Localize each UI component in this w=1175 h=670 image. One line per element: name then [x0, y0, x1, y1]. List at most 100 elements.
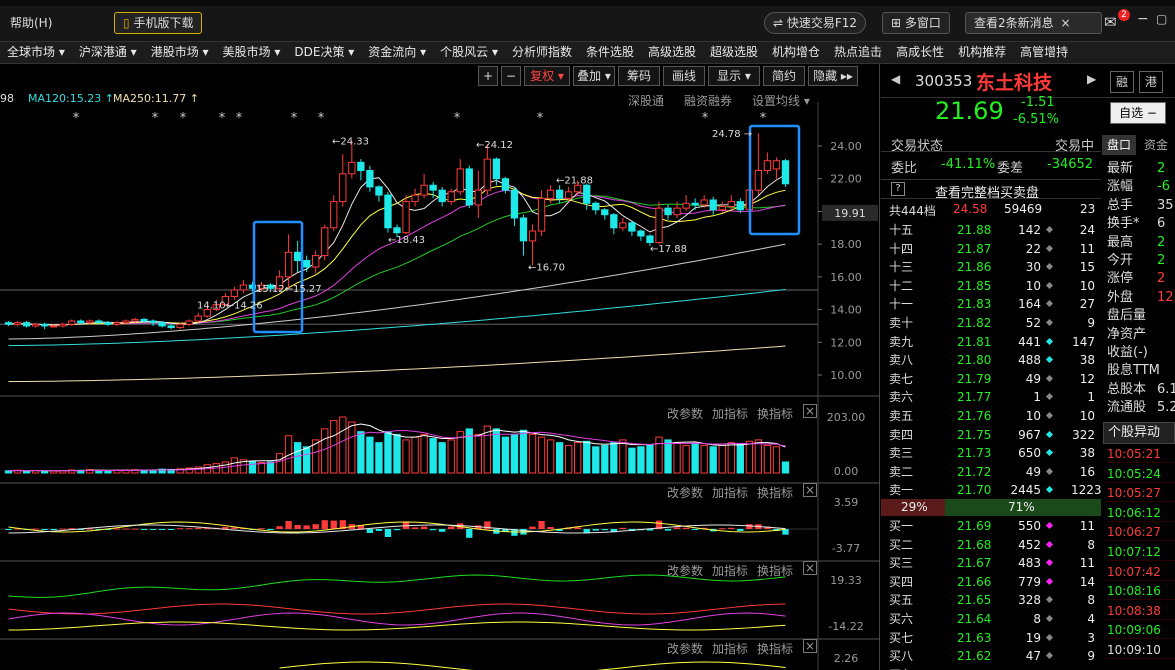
ma-settings-link[interactable]: 设置均线 ▾ — [752, 92, 810, 109]
zoom-in-button[interactable]: + — [478, 66, 498, 86]
nav-item-0[interactable]: 全球市场 ▾ — [0, 42, 72, 63]
buy-row[interactable]: 买四 21.66 779 14 — [881, 574, 1101, 590]
sell-row[interactable]: 十四 21.87 22 11 — [881, 241, 1101, 257]
nav-item-1[interactable]: 沪深港通 ▾ — [72, 42, 144, 63]
nav-item-10[interactable]: 超级选股 — [703, 42, 765, 63]
macd-close-button[interactable]: × — [803, 483, 817, 497]
quick-trade-button[interactable]: ⇌ 快速交易F12 — [764, 12, 867, 34]
rong-badge[interactable]: 融 — [1110, 71, 1134, 93]
ind4-close-button[interactable]: × — [803, 639, 817, 653]
nav-item-8[interactable]: 条件选股 — [579, 42, 641, 63]
minimize-icon[interactable]: − — [1137, 11, 1149, 27]
abnormal-time[interactable]: 10:06:27 — [1107, 523, 1175, 542]
sell-row[interactable]: 卖十 21.82 52 9 — [881, 315, 1101, 331]
nav-item-3[interactable]: 美股市场 ▾ — [216, 42, 288, 63]
kline-chart[interactable]: 24.0022.0020.0018.0016.0014.0012.0010.00… — [0, 64, 880, 670]
vol-close-button[interactable]: × — [803, 404, 817, 418]
buy-row[interactable]: 买一 21.69 550 11 — [881, 518, 1101, 534]
mail-icon[interactable]: ✉ — [1104, 13, 1117, 31]
level-label: 十五 — [889, 223, 914, 237]
sell-row[interactable]: 十二 21.85 10 10 — [881, 278, 1101, 294]
jianyue-button[interactable]: 简约 — [763, 66, 805, 86]
side-info-row: 最高 2 — [1107, 234, 1175, 252]
buy-row[interactable]: 买六 21.64 8 4 — [881, 611, 1101, 627]
buy-row[interactable]: 买三 21.67 483 11 — [881, 555, 1101, 571]
sell-row[interactable]: 卖三 21.73 650 38 — [881, 445, 1101, 461]
news-button[interactable]: 查看2条新消息 × — [965, 12, 1102, 34]
xianshi-button[interactable]: 显示 ▾ — [708, 66, 760, 86]
tab-pankou[interactable]: 盘口 — [1102, 135, 1136, 155]
vol-param-link[interactable]: 改参数 — [667, 405, 703, 422]
macd-add-indicator-link[interactable]: 加指标 — [712, 484, 748, 501]
sell-row[interactable]: 十三 21.86 30 15 — [881, 259, 1101, 275]
full-orderbook-button[interactable]: ? 查看完整档买卖盘 — [881, 179, 1101, 201]
nav-item-5[interactable]: 资金流向 ▾ — [361, 42, 433, 63]
abnormal-title[interactable]: 个股异动 — [1103, 422, 1175, 444]
ind4-add-indicator-link[interactable]: 加指标 — [712, 640, 748, 657]
abnormal-time[interactable]: 10:05:24 — [1107, 465, 1175, 483]
buy-row[interactable]: 买五 21.65 328 8 — [881, 592, 1101, 608]
sell-row[interactable]: 十一 21.83 164 27 — [881, 296, 1101, 312]
abnormal-time[interactable]: 10:07:12 — [1107, 543, 1175, 561]
ind4-switch-indicator-link[interactable]: 换指标 — [757, 640, 793, 657]
huaxian-button[interactable]: 画线 — [663, 66, 705, 86]
tab-zijin[interactable]: 资金 — [1138, 135, 1174, 155]
candle-body — [682, 202, 690, 209]
sell-row[interactable]: 卖八 21.80 488 38 — [881, 352, 1101, 368]
sell-row[interactable]: 卖九 21.81 441 147 — [881, 334, 1101, 350]
nav-item-11[interactable]: 机构增仓 — [765, 42, 827, 63]
help-menu[interactable]: 帮助(H) — [10, 14, 52, 31]
nav-item-7[interactable]: 分析师指数 — [505, 42, 579, 63]
yincang-button[interactable]: 隐藏 ▸▸ — [808, 66, 858, 86]
macd-switch-indicator-link[interactable]: 换指标 — [757, 484, 793, 501]
multi-window-button[interactable]: ⊞ 多窗口 — [882, 12, 950, 34]
abnormal-time[interactable]: 10:05:27 — [1107, 484, 1175, 503]
vol-add-indicator-link[interactable]: 加指标 — [712, 405, 748, 422]
abnormal-time[interactable]: 10:05:21 — [1107, 445, 1175, 463]
diejia-button[interactable]: 叠加 ▾ — [573, 66, 615, 86]
prev-stock-icon[interactable]: ◀ — [891, 72, 900, 86]
sell-row[interactable]: 卖一 21.70 2445 1223 — [881, 482, 1102, 498]
chouma-button[interactable]: 筹码 — [618, 66, 660, 86]
sell-row[interactable]: 卖二 21.72 49 16 — [881, 464, 1101, 480]
sell-row[interactable]: 卖六 21.77 1 1 — [881, 389, 1101, 405]
nav-item-2[interactable]: 港股市场 ▾ — [144, 42, 216, 63]
sell-row[interactable]: 卖四 21.75 967 322 — [881, 427, 1101, 443]
abnormal-time[interactable]: 10:09:10 — [1107, 641, 1175, 659]
zoom-out-button[interactable]: − — [501, 66, 521, 86]
watchlist-button[interactable]: 自选 − — [1110, 102, 1166, 124]
ind4-param-link[interactable]: 改参数 — [667, 640, 703, 657]
rongzi-link[interactable]: 融资融券 — [684, 92, 732, 109]
next-stock-icon[interactable]: ▶ — [1087, 72, 1096, 86]
ind3-close-button[interactable]: × — [803, 561, 817, 575]
ind3-switch-indicator-link[interactable]: 换指标 — [757, 562, 793, 579]
nav-item-12[interactable]: 热点追击 — [827, 42, 889, 63]
nav-item-4[interactable]: DDE决策 ▾ — [287, 42, 361, 63]
sell-row[interactable]: 卖七 21.79 49 12 — [881, 371, 1101, 387]
buy-row[interactable]: 买八 21.62 47 9 — [881, 648, 1101, 664]
mobile-download-button[interactable]: ▯ 手机版下载 — [114, 12, 203, 34]
nav-item-9[interactable]: 高级选股 — [641, 42, 703, 63]
macd-param-link[interactable]: 改参数 — [667, 484, 703, 501]
gang-badge[interactable]: 港 — [1139, 71, 1163, 93]
maximize-icon[interactable]: ▢ — [1156, 12, 1167, 26]
ind3-add-indicator-link[interactable]: 加指标 — [712, 562, 748, 579]
nav-item-15[interactable]: 高管增持 — [1013, 42, 1075, 63]
abnormal-time[interactable]: 10:06:12 — [1107, 504, 1175, 522]
buy-row[interactable]: 买二 21.68 452 8 — [881, 537, 1101, 553]
sell-row[interactable]: 卖五 21.76 10 10 — [881, 408, 1101, 424]
buy-row[interactable]: 买七 21.63 19 3 — [881, 630, 1101, 646]
abnormal-time[interactable]: 10:09:06 — [1107, 621, 1175, 640]
shengutong-link[interactable]: 深股通 — [628, 92, 664, 109]
ind3-param-link[interactable]: 改参数 — [667, 562, 703, 579]
fuquan-button[interactable]: 复权 ▾ — [524, 66, 570, 86]
abnormal-time[interactable]: 10:08:16 — [1107, 582, 1175, 601]
abnormal-time[interactable]: 10:08:38 — [1107, 602, 1175, 620]
vol-switch-indicator-link[interactable]: 换指标 — [757, 405, 793, 422]
abnormal-time[interactable]: 10:07:42 — [1107, 563, 1175, 581]
close-icon[interactable]: × — [1060, 16, 1070, 30]
nav-item-13[interactable]: 高成长性 — [889, 42, 951, 63]
nav-item-14[interactable]: 机构推荐 — [951, 42, 1013, 63]
nav-item-6[interactable]: 个股风云 ▾ — [433, 42, 505, 63]
sell-row[interactable]: 十五 21.88 142 24 — [881, 222, 1101, 238]
